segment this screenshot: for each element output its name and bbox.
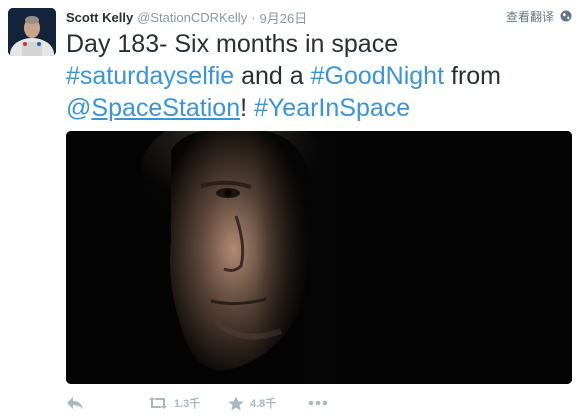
selfie-photo <box>66 131 572 384</box>
translate-link[interactable]: 查看翻译 <box>506 8 554 26</box>
hashtag-yearinspace[interactable]: #YearInSpace <box>254 94 410 122</box>
avatar[interactable] <box>8 8 56 56</box>
tweet-photo[interactable] <box>66 131 572 384</box>
mention-spacestation[interactable]: SpaceStation <box>91 94 240 122</box>
reply-icon <box>67 397 83 409</box>
tweet-text: Day 183- Six months in space #saturdayse… <box>66 28 576 124</box>
tweet-text-line-1: Day 183- Six months in space <box>66 28 576 60</box>
tweet-timestamp[interactable]: 9月26日 <box>260 8 308 27</box>
tweet-text-line-3: @SpaceStation! #YearInSpace <box>66 92 576 124</box>
author-full-name[interactable]: Scott Kelly <box>66 10 133 25</box>
tweet-text-from: from <box>444 62 501 90</box>
tweet-text-intro: Day 183- Six months in space <box>66 30 399 58</box>
retweet-icon <box>149 397 167 409</box>
hashtag-saturdayselfie[interactable]: #saturdayselfie <box>66 62 234 90</box>
globe-icon[interactable] <box>560 10 572 22</box>
more-button[interactable] <box>308 393 334 413</box>
tweet-text-exclaim: ! <box>240 94 255 122</box>
astronaut-avatar-image <box>8 8 56 56</box>
tweet-actions: 1.3千 4.8千 <box>66 393 366 413</box>
tweet-header: Scott Kelly @StationCDRKelly · 9月26日 <box>66 8 307 26</box>
retweet-button[interactable]: 1.3千 <box>148 393 200 413</box>
favorite-button[interactable]: 4.8千 <box>228 393 276 413</box>
retweet-count: 1.3千 <box>174 398 201 410</box>
header-separator: · <box>251 9 256 25</box>
tweet: Scott Kelly @StationCDRKelly · 9月26日 查看翻… <box>0 0 582 417</box>
star-icon <box>228 396 244 410</box>
tweet-text-line-2: #saturdayselfie and a #GoodNight from <box>66 60 576 92</box>
tweet-text-connector: and a <box>234 62 311 90</box>
mention-at-sign[interactable]: @ <box>66 94 91 122</box>
reply-button[interactable] <box>66 393 90 413</box>
hashtag-goodnight[interactable]: #GoodNight <box>311 62 444 90</box>
favorite-count: 4.8千 <box>250 398 277 410</box>
author-username[interactable]: @StationCDRKelly <box>137 10 247 25</box>
ellipsis-icon <box>308 400 328 406</box>
